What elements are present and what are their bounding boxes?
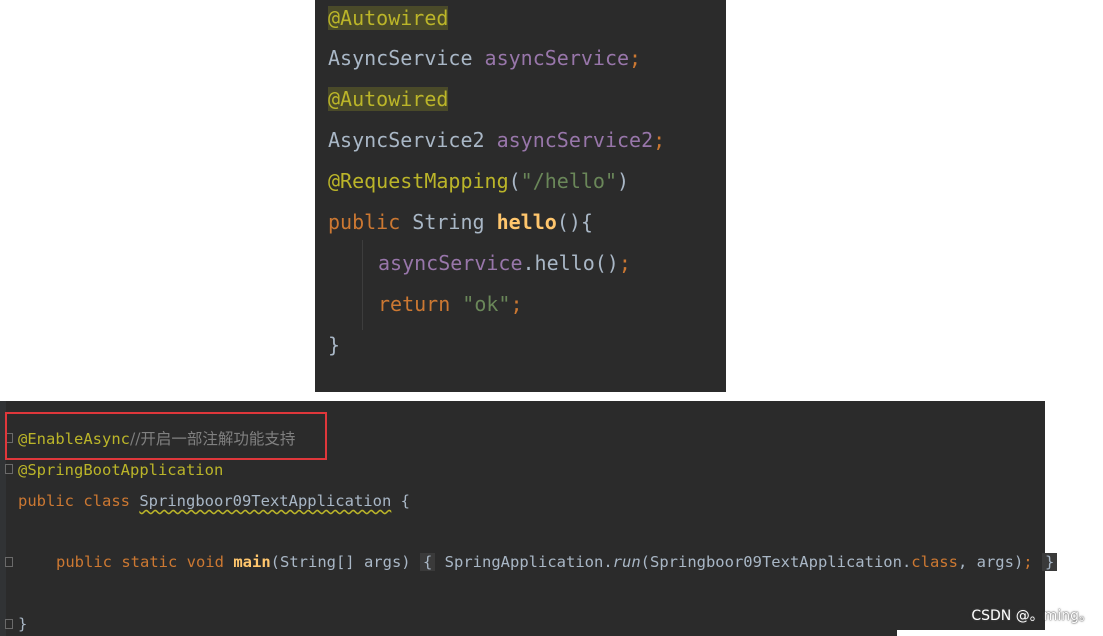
- semicolon: ;: [629, 46, 642, 70]
- paren-close: ): [617, 169, 630, 193]
- keywords: public class: [18, 492, 130, 510]
- call-method: run: [612, 553, 641, 571]
- code-line-2: AsyncService asyncService;: [328, 40, 641, 76]
- indent-guide: [362, 240, 363, 330]
- keyword: public: [328, 210, 401, 234]
- code-line-1: @Autowired: [328, 0, 449, 36]
- csdn-watermark: CSDN @。ming。: [971, 608, 1093, 624]
- method-params: (String[] args): [270, 553, 411, 571]
- string-literal: "ok": [462, 292, 511, 316]
- fold-marker-icon[interactable]: [5, 557, 13, 567]
- code-line-5: @RequestMapping("/hello"): [328, 163, 629, 199]
- keyword-class: class: [911, 553, 958, 571]
- code-line-6: public String hello(){: [328, 204, 593, 240]
- code-line-8: return "ok";: [378, 286, 523, 322]
- method-name: hello: [496, 210, 557, 234]
- method-signature-rest: (){: [556, 210, 593, 234]
- code-line-4: AsyncService2 asyncService2;: [328, 122, 665, 158]
- annotation-spring-boot-application: @SpringBootApplication: [18, 461, 224, 479]
- code-editor-snippet-top: @Autowired AsyncService asyncService; @A…: [315, 0, 726, 392]
- closing-brace: }: [18, 615, 28, 633]
- class-name: Springboor09TextApplication: [139, 492, 392, 510]
- code-line-3: @Autowired: [328, 81, 449, 117]
- bottom-bar: [897, 630, 1083, 636]
- call-args-rest: , args): [957, 553, 1024, 571]
- paren-open: (: [508, 169, 521, 193]
- folded-brace-open[interactable]: {: [419, 553, 436, 571]
- closing-brace: }: [328, 333, 341, 357]
- code-line-7: asyncService.hello();: [378, 245, 631, 281]
- annotation-autowired: @Autowired: [328, 6, 449, 30]
- type-name: AsyncService2: [328, 128, 485, 152]
- semicolon: ;: [1023, 553, 1033, 571]
- annotation-autowired: @Autowired: [328, 87, 449, 111]
- string-literal: "/hello": [520, 169, 617, 193]
- opening-brace: {: [400, 492, 410, 510]
- field-name: asyncService: [484, 46, 630, 70]
- red-highlight-box: [5, 412, 327, 460]
- code-line-2: @SpringBootApplication: [18, 459, 223, 481]
- call-class: SpringApplication: [444, 553, 604, 571]
- type-name: AsyncService: [328, 46, 473, 70]
- keywords: public static void: [56, 553, 224, 571]
- field-name: asyncService: [378, 251, 523, 275]
- folded-brace-close[interactable]: }: [1041, 553, 1058, 571]
- method-name: main: [233, 553, 271, 571]
- return-type: String: [412, 210, 485, 234]
- keyword-return: return: [378, 292, 451, 316]
- method-call: .hello(): [522, 251, 619, 275]
- fold-marker-icon[interactable]: [5, 619, 13, 629]
- dot: .: [603, 553, 613, 571]
- semicolon: ;: [653, 128, 666, 152]
- call-args: (Springboor09TextApplication.: [640, 553, 912, 571]
- semicolon: ;: [618, 251, 631, 275]
- fold-marker-icon[interactable]: [5, 464, 13, 474]
- code-line-3: public class Springboor09TextApplication…: [18, 490, 410, 512]
- code-line-9: }: [328, 327, 340, 363]
- code-line-5: }: [18, 613, 27, 635]
- annotation-request-mapping: @RequestMapping: [328, 169, 509, 193]
- field-name: asyncService2: [496, 128, 654, 152]
- code-line-4: public static void main(String[] args) {…: [56, 551, 1058, 573]
- semicolon: ;: [510, 292, 523, 316]
